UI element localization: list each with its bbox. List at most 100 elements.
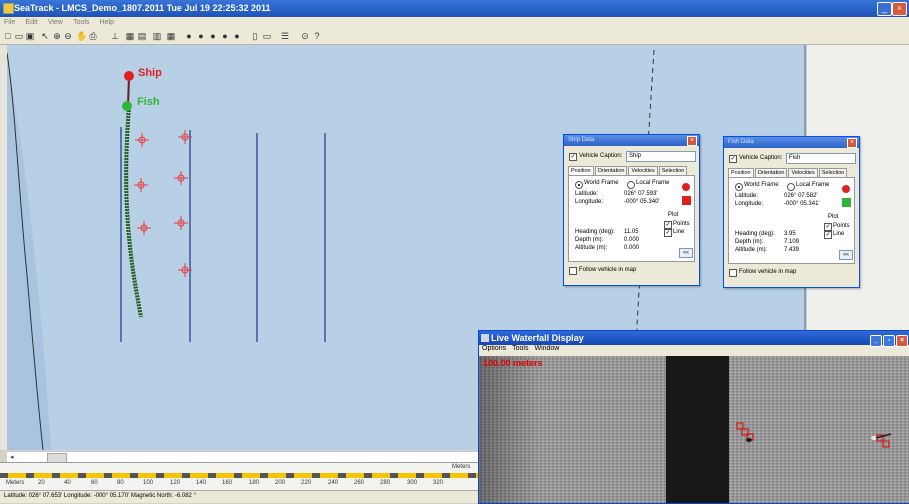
grid-icon[interactable]: ▦: [125, 31, 135, 41]
tile-icon[interactable]: ▯: [250, 31, 260, 41]
altitude-value: 0.000: [624, 245, 640, 251]
toolbar: □ ▭ ▣ ↖ ⊕ ⊖ ✋ ⎙ ⊥ ▦ ▤ ▥ ▦ ● ● ● ● ● ▯ ▭ …: [0, 29, 909, 45]
vehicle-caption-checkbox[interactable]: ✓: [729, 155, 737, 163]
fish-color-swatch[interactable]: [842, 198, 851, 207]
follow-vehicle-label: Follow vehicle in map: [739, 269, 797, 275]
scale-bar: [0, 473, 478, 478]
tab-velocities[interactable]: Velocities: [628, 166, 658, 175]
scale-tick: 80: [117, 480, 124, 486]
plot-line-checkbox[interactable]: ✓: [824, 231, 832, 239]
local-frame-radio[interactable]: [627, 181, 635, 189]
scroll-left-icon[interactable]: ◂: [10, 453, 14, 461]
longitude-label: Longitude:: [575, 199, 604, 205]
left-gutter: [0, 45, 7, 450]
tab-velocities[interactable]: Velocities: [788, 168, 818, 177]
minimize-button[interactable]: _: [870, 335, 882, 347]
new-icon[interactable]: □: [3, 31, 13, 41]
target-icon: [174, 171, 188, 185]
depth-value: 7.109: [784, 239, 800, 245]
menu-file[interactable]: File: [0, 18, 19, 27]
follow-vehicle-checkbox[interactable]: [569, 267, 577, 275]
dialog-tabs: Position Orientation Velocities Selection: [728, 167, 853, 177]
tab-orientation[interactable]: Orientation: [594, 166, 628, 175]
record-icon-5[interactable]: ●: [232, 31, 242, 41]
close-button[interactable]: ×: [892, 2, 907, 16]
tab-selection[interactable]: Selection: [658, 166, 688, 175]
world-frame-radio[interactable]: [575, 181, 583, 189]
depth-label: Depth (m):: [575, 237, 604, 243]
scale-tick: 260: [354, 480, 365, 486]
vehicle-caption-input[interactable]: Ship: [626, 151, 696, 162]
vehicle-caption-input[interactable]: Fish: [786, 153, 856, 164]
target-icon: [134, 178, 148, 192]
dialog-tabs: Position Orientation Velocities Selection: [568, 165, 693, 175]
measure-icon[interactable]: ⊥: [110, 31, 120, 41]
help-icon[interactable]: ?: [312, 31, 322, 41]
local-frame-radio[interactable]: [787, 183, 795, 191]
menu-tools[interactable]: Tools: [69, 18, 93, 27]
open-icon[interactable]: ▭: [14, 31, 24, 41]
waterfall-app-icon: [481, 334, 489, 342]
app-icon: [3, 3, 14, 14]
collapse-button[interactable]: <<: [679, 248, 693, 258]
plot-line-checkbox[interactable]: ✓: [664, 229, 672, 237]
layers-icon[interactable]: ▤: [137, 31, 147, 41]
tab-position[interactable]: Position: [568, 166, 594, 175]
follow-vehicle-checkbox[interactable]: [729, 269, 737, 277]
plot-points-checkbox[interactable]: ✓: [664, 221, 672, 229]
restore-button[interactable]: ▫: [883, 335, 895, 347]
tab-position[interactable]: Position: [728, 168, 754, 177]
latitude-value: 026° 07.593': [624, 191, 658, 197]
menu-edit[interactable]: Edit: [22, 18, 42, 27]
zoom-in-icon[interactable]: ⊕: [52, 31, 62, 41]
settings-icon[interactable]: ☰: [280, 31, 290, 41]
ship-data-dialog: Ship Data × ✓ Vehicle Caption: Ship Posit…: [563, 134, 700, 286]
fish-color-icon[interactable]: [842, 185, 850, 193]
plot-points-checkbox[interactable]: ✓: [824, 223, 832, 231]
menu-view[interactable]: View: [44, 18, 67, 27]
tab-orientation[interactable]: Orientation: [754, 168, 788, 177]
local-frame-label: Local Frame: [796, 182, 830, 188]
menu-options[interactable]: Options: [479, 345, 509, 352]
pan-icon[interactable]: ✋: [76, 31, 87, 41]
vehicle-caption-checkbox[interactable]: ✓: [569, 153, 577, 161]
collapse-button[interactable]: <<: [839, 250, 853, 260]
scale-ruler: Meters Meters 20 40 60 80 100 120 140 16…: [0, 462, 478, 491]
pointer-icon[interactable]: ↖: [40, 31, 50, 41]
world-frame-radio[interactable]: [735, 183, 743, 191]
close-button[interactable]: ×: [896, 335, 908, 347]
minimize-button[interactable]: _: [877, 2, 892, 16]
split-icon[interactable]: ▥: [152, 31, 162, 41]
save-icon[interactable]: ▣: [25, 31, 35, 41]
local-frame-label: Local Frame: [636, 180, 670, 186]
record-icon-4[interactable]: ●: [220, 31, 230, 41]
scale-tick: 140: [196, 480, 207, 486]
scale-tick: 280: [380, 480, 391, 486]
sonar-image[interactable]: [479, 356, 909, 503]
print-icon[interactable]: ⎙: [88, 31, 98, 41]
ship-color-icon[interactable]: [682, 183, 690, 191]
table-icon[interactable]: ▦: [166, 31, 176, 41]
contact-marker: [736, 422, 744, 430]
record-icon-3[interactable]: ●: [208, 31, 218, 41]
record-icon-1[interactable]: ●: [184, 31, 194, 41]
zoom-out-icon[interactable]: ⊖: [63, 31, 73, 41]
menu-help[interactable]: Help: [96, 18, 118, 27]
fish-marker[interactable]: [122, 101, 132, 111]
close-icon[interactable]: ×: [847, 138, 857, 148]
tab-selection[interactable]: Selection: [818, 168, 848, 177]
altitude-label: Altitude (m):: [735, 247, 768, 253]
close-icon[interactable]: ×: [687, 136, 697, 146]
ship-marker[interactable]: [124, 71, 134, 81]
latitude-label: Latitude:: [575, 191, 599, 197]
window-icon[interactable]: ▭: [262, 31, 272, 41]
waterfall-menu: Options Tools Window: [479, 345, 909, 355]
ship-color-swatch[interactable]: [682, 196, 691, 205]
plot-line-label: Line: [673, 229, 685, 235]
about-icon[interactable]: ⊙: [300, 31, 310, 41]
menu-tools[interactable]: Tools: [509, 345, 531, 352]
record-icon-2[interactable]: ●: [196, 31, 206, 41]
menu-window[interactable]: Window: [531, 345, 562, 352]
plot-points-label: Points: [833, 223, 850, 229]
scale-tick: 240: [328, 480, 339, 486]
